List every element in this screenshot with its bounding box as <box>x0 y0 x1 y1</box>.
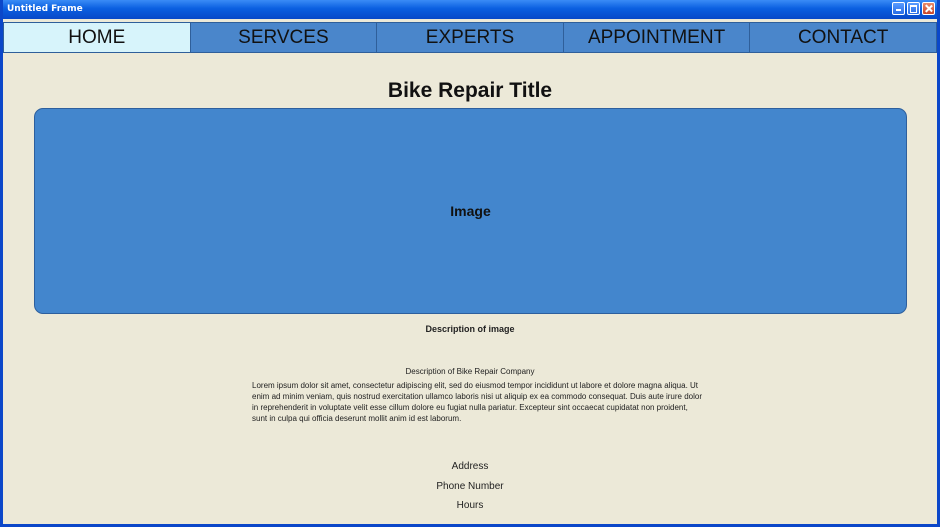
minimize-icon <box>893 3 904 14</box>
hero-image-placeholder: Image <box>34 108 907 314</box>
nav-appointment[interactable]: APPOINTMENT <box>562 22 750 53</box>
nav-experts[interactable]: EXPERTS <box>376 22 563 53</box>
window-controls <box>892 2 935 15</box>
address-text: Address <box>451 461 489 472</box>
company-description-text: Lorem ipsum dolor sit amet, consectetur … <box>252 381 702 423</box>
nav-services[interactable]: SERVCES <box>189 22 377 53</box>
close-icon <box>923 3 934 14</box>
nav-home[interactable]: HOME <box>3 22 190 53</box>
app-window: Untitled Frame HOME SERVCES EXPERTS APPO… <box>0 0 940 527</box>
minimize-button[interactable] <box>892 2 905 15</box>
image-caption: Description of image <box>425 324 515 334</box>
main-nav: HOME SERVCES EXPERTS APPOINTMENT CONTACT <box>3 22 937 53</box>
company-description-heading: Description of Bike Repair Company <box>405 367 535 376</box>
maximize-icon <box>908 3 919 14</box>
hero-image-label: Image <box>450 203 491 219</box>
page-title: Bike Repair Title <box>387 79 553 102</box>
window-title: Untitled Frame <box>7 4 83 14</box>
hours-text: Hours <box>456 500 484 511</box>
maximize-button[interactable] <box>907 2 920 15</box>
close-button[interactable] <box>922 2 935 15</box>
nav-contact[interactable]: CONTACT <box>749 22 937 53</box>
title-bar[interactable]: Untitled Frame <box>3 0 937 19</box>
phone-number-text: Phone Number <box>436 481 504 492</box>
